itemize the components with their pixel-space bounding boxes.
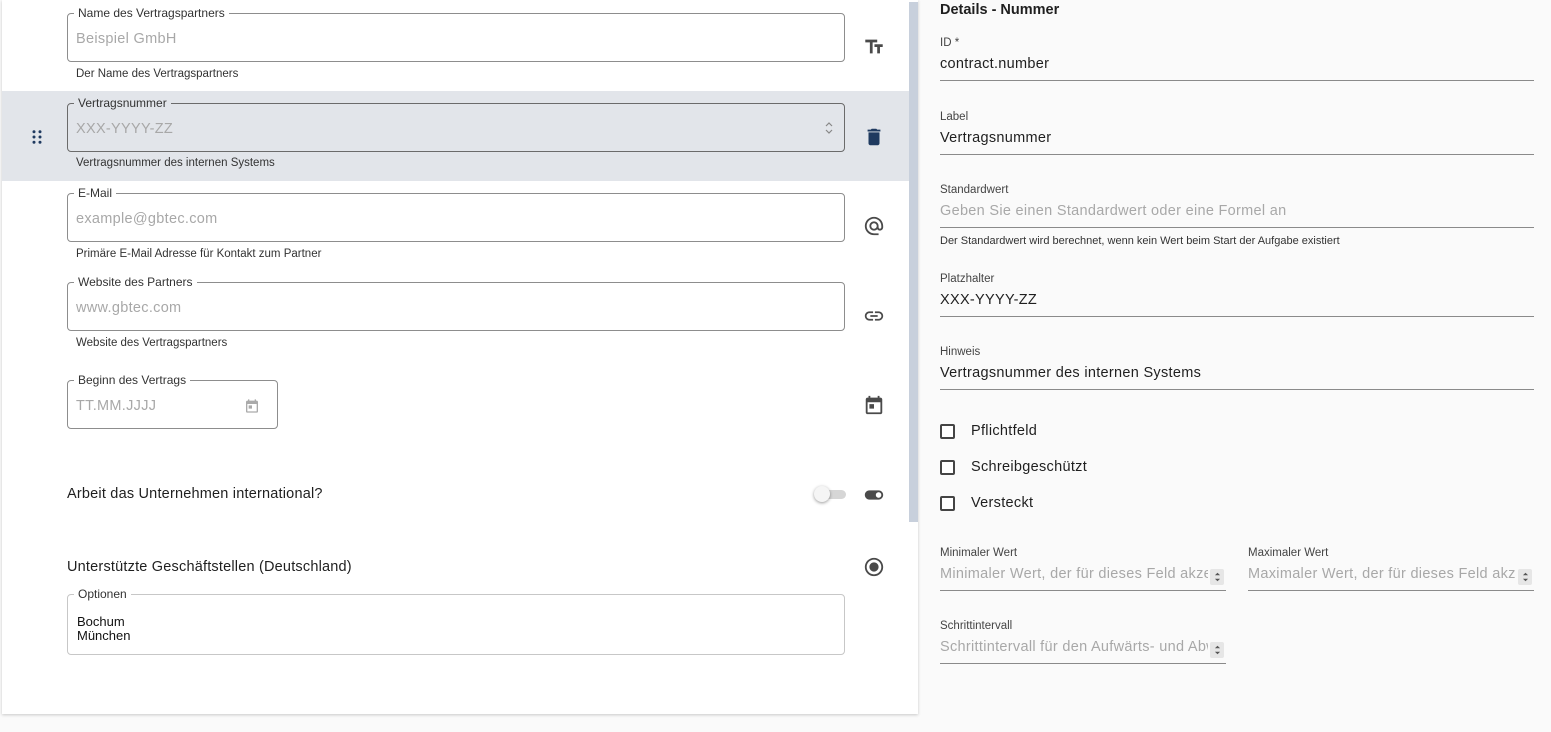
field-placeholder: Minimaler Wert, der für dieses Feld akze… [940,566,1208,582]
at-sign-icon [860,212,888,240]
readonly-checkbox-row[interactable]: Schreibgeschützt [940,457,1087,477]
min-stepper-icon[interactable] [1210,569,1224,585]
field-row-contract-number[interactable]: Vertragsnummer XXX-YYYY-ZZ Vertragsnumme… [2,91,910,181]
options-label: Optionen [74,587,131,601]
required-checkbox-row[interactable]: Pflichtfeld [940,421,1037,441]
field-row-website[interactable]: Website des Partners www.gbtec.com Websi… [2,271,910,361]
hidden-checkbox-row[interactable]: Versteckt [940,493,1033,513]
field-label: ID * [940,37,960,49]
toggle-question-label: Arbeit das Unternehmen international? [67,486,323,502]
field-label: Label [940,111,969,123]
field-row-offices-radio[interactable]: Unterstützte Geschäftstellen (Deutschlan… [2,541,910,671]
field-value: Vertragsnummer des internen Systems [940,365,1202,381]
field-hint: Vertragsnummer des internen Systems [76,157,275,169]
date-input[interactable]: Beginn des Vertrags TT.MM.JJJJ [67,373,278,429]
field-placeholder: www.gbtec.com [76,300,182,316]
required-checkbox[interactable] [940,423,955,439]
label-field[interactable]: Label Vertragsnummer [940,111,1534,155]
field-label: Minimaler Wert [940,547,1018,559]
field-row-start-date[interactable]: Beginn des Vertrags TT.MM.JJJJ [2,361,910,451]
id-field[interactable]: ID * contract.number [940,37,1534,81]
delete-icon[interactable] [860,123,888,151]
field-label: Beginn des Vertrags [74,373,191,387]
calendar-picker-icon[interactable] [244,398,260,414]
field-hint: Primäre E-Mail Adresse für Kontakt zum P… [76,248,322,260]
field-placeholder: Schrittintervall für den Aufwärts- und A… [940,639,1208,655]
default-value-field[interactable]: Standardwert Geben Sie einen Standardwer… [940,184,1534,228]
toggle-icon [860,481,888,509]
placeholder-field[interactable]: Platzhalter XXX-YYYY-ZZ [940,273,1534,317]
options-textarea[interactable]: Optionen Bochum München [67,587,845,655]
step-interval-field[interactable]: Schrittintervall Schrittintervall für de… [940,620,1226,664]
next-field-cutoff [67,711,467,714]
hidden-checkbox[interactable] [940,495,955,511]
field-row-international-toggle[interactable]: Arbeit das Unternehmen international? [2,461,910,531]
checkbox-label: Pflichtfeld [971,423,1038,439]
radio-button-icon [860,553,888,581]
calendar-icon [860,391,888,419]
field-value: Vertragsnummer [940,130,1052,146]
field-value: XXX-YYYY-ZZ [940,292,1038,308]
step-stepper-icon[interactable] [1210,642,1224,658]
field-label: Website des Partners [74,275,197,289]
option-item: München [77,628,131,643]
readonly-checkbox[interactable] [940,459,955,475]
field-label: Name des Vertragspartners [74,6,229,20]
checkbox-label: Schreibgeschützt [971,459,1088,475]
field-label: Hinweis [940,346,981,358]
field-label: Schrittintervall [940,620,1013,632]
field-label: Vertragsnummer [74,96,171,110]
field-placeholder: Geben Sie einen Standardwert oder eine F… [940,203,1287,219]
min-value-field[interactable]: Minimaler Wert Minimaler Wert, der für d… [940,547,1226,591]
field-placeholder: Maximaler Wert, der für dieses Feld akze… [1248,566,1516,582]
field-hint: Website des Vertragspartners [76,337,228,349]
text-fields-icon [860,33,888,61]
form-canvas: Name des Vertragspartners Beispiel GmbH … [2,0,918,714]
max-value-field[interactable]: Maximaler Wert Maximaler Wert, der für d… [1248,547,1534,591]
field-label: Platzhalter [940,273,995,285]
field-placeholder: Beispiel GmbH [76,31,177,47]
spinner-icon[interactable] [824,121,834,135]
field-row-email[interactable]: E-Mail example@gbtec.com Primäre E-Mail … [2,181,910,271]
international-switch[interactable] [814,486,846,502]
field-label: Maximaler Wert [1248,547,1329,559]
default-value-hint: Der Standardwert wird berechnet, wenn ke… [940,235,1340,247]
contract-number-input[interactable]: Vertragsnummer XXX-YYYY-ZZ [67,96,845,152]
email-input[interactable]: E-Mail example@gbtec.com [67,186,845,242]
field-placeholder: XXX-YYYY-ZZ [76,121,174,137]
field-label: Standardwert [940,184,1009,196]
field-hint: Der Name des Vertragspartners [76,68,239,80]
field-placeholder: TT.MM.JJJJ [76,398,157,414]
drag-handle-icon[interactable] [27,125,47,149]
max-stepper-icon[interactable] [1518,569,1532,585]
field-label: E-Mail [74,186,117,200]
checkbox-label: Versteckt [971,495,1034,511]
website-input[interactable]: Website des Partners www.gbtec.com [67,275,845,331]
field-placeholder: example@gbtec.com [76,211,218,227]
option-item: Bochum [77,614,125,629]
name-input[interactable]: Name des Vertragspartners Beispiel GmbH [67,6,845,62]
field-value: contract.number [940,56,1050,72]
field-row-name[interactable]: Name des Vertragspartners Beispiel GmbH … [2,0,910,90]
form-scrollbar[interactable] [909,2,918,522]
radio-question-label: Unterstützte Geschäftstellen (Deutschlan… [67,559,352,575]
details-title: Details - Nummer [940,2,1060,18]
hint-field[interactable]: Hinweis Vertragsnummer des internen Syst… [940,346,1534,390]
details-panel: Details - Nummer ID * contract.number La… [918,0,1551,732]
link-icon [860,302,888,330]
